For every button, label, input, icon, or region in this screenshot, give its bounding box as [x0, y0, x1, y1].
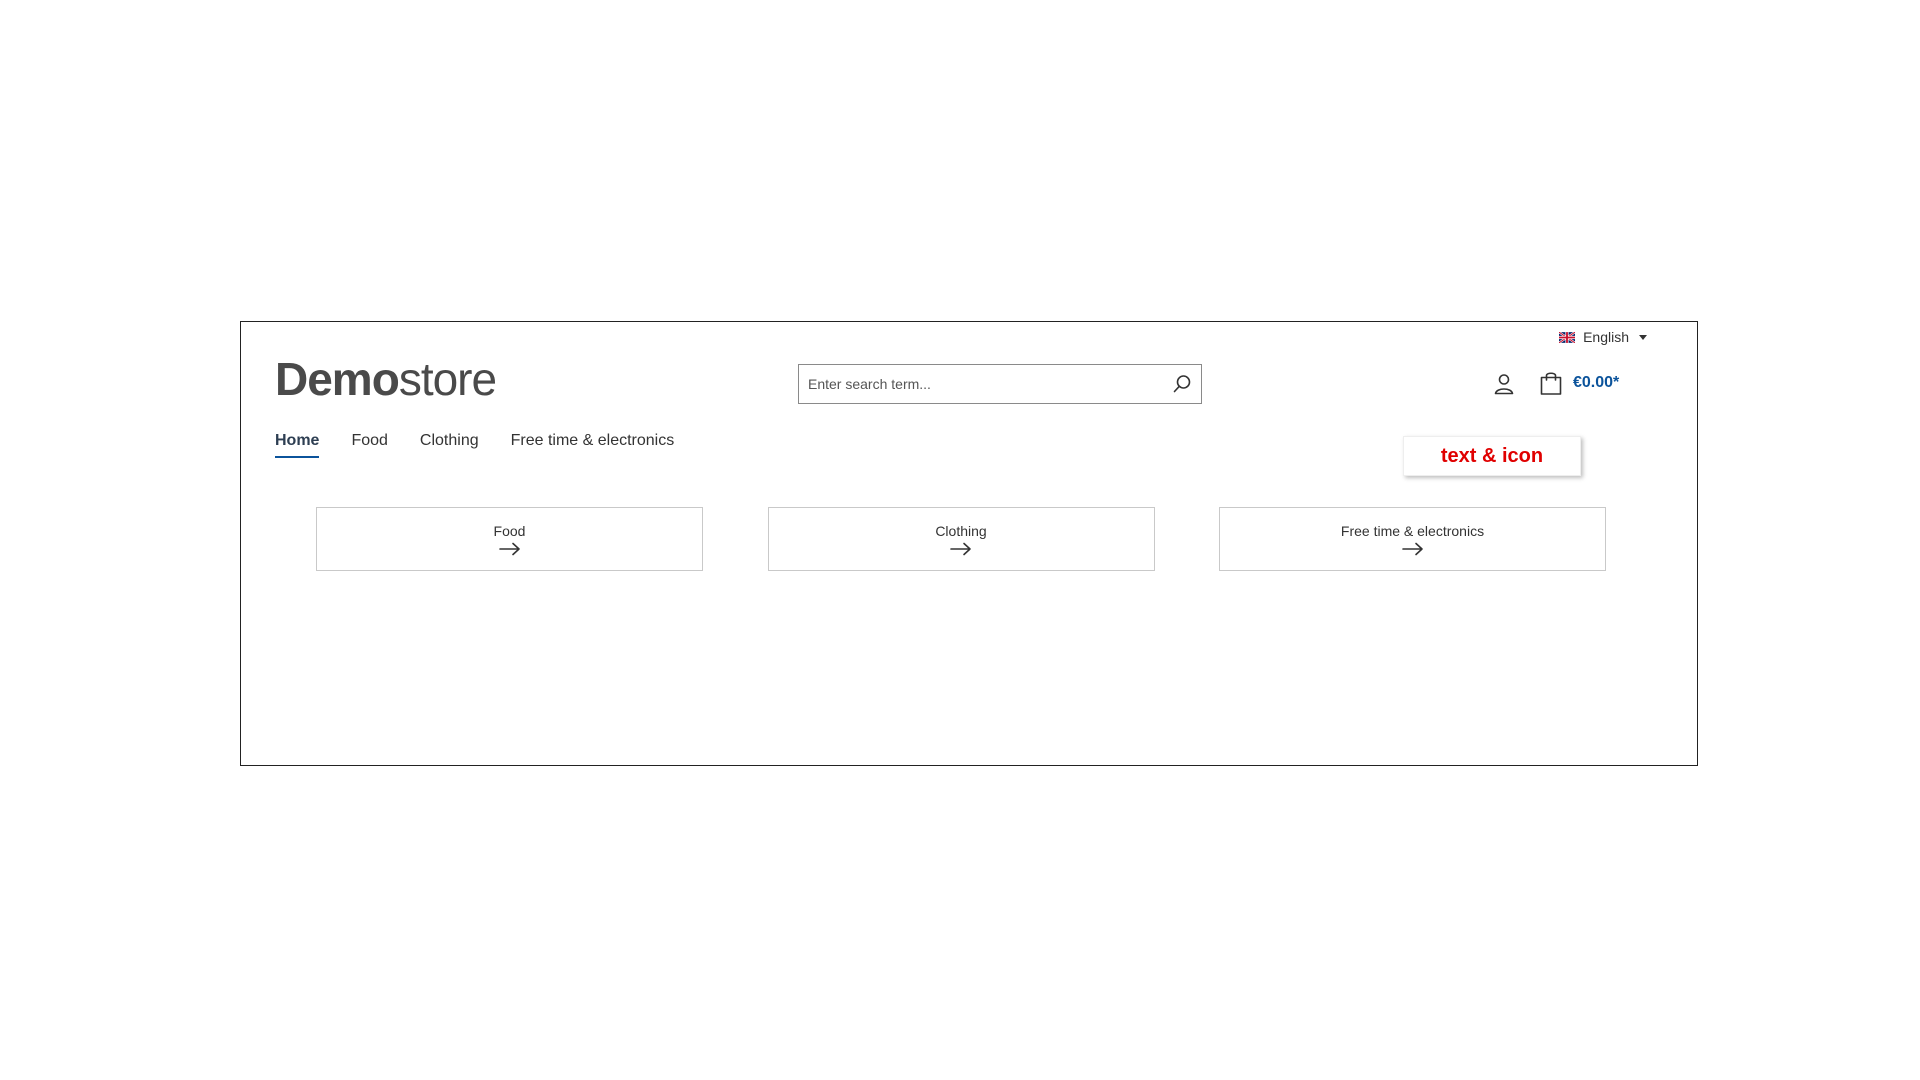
nav-item-food[interactable]: Food: [351, 432, 387, 458]
logo-light-text: store: [398, 353, 497, 405]
logo-bold-text: Demo: [275, 353, 400, 405]
search-button[interactable]: [1163, 365, 1201, 403]
cart-total: €0.00*: [1573, 374, 1620, 391]
shopping-bag-icon: [1540, 372, 1562, 395]
annotation-label: text & icon: [1403, 436, 1581, 476]
arrow-right-icon: [950, 542, 971, 555]
tile-label: Free time & electronics: [1340, 522, 1485, 539]
language-label: English: [1583, 329, 1629, 345]
uk-flag-icon: [1559, 331, 1576, 343]
storefront-frame: English Demostore €0.00* Home Food Cloth…: [240, 321, 1698, 766]
search-form: [798, 364, 1202, 404]
account-button[interactable]: [1492, 372, 1516, 396]
user-icon: [1494, 374, 1514, 395]
category-tile-food[interactable]: Food: [316, 507, 703, 571]
tile-label: Food: [493, 522, 526, 539]
nav-item-home[interactable]: Home: [275, 432, 320, 458]
arrow-right-icon: [498, 542, 520, 555]
arrow-right-icon: [1401, 542, 1423, 555]
category-tiles: Food Clothing Free time & electronics: [316, 507, 1606, 571]
nav-item-clothing[interactable]: Clothing: [420, 432, 479, 458]
chevron-down-icon: [1639, 334, 1647, 340]
category-tile-free-time-electronics[interactable]: Free time & electronics: [1219, 507, 1606, 571]
tile-label: Clothing: [935, 522, 987, 539]
category-tile-clothing[interactable]: Clothing: [767, 507, 1155, 571]
language-selector[interactable]: English: [1559, 329, 1647, 345]
search-input[interactable]: [799, 365, 1163, 403]
store-logo[interactable]: Demostore: [275, 353, 497, 405]
cart-button[interactable]: €0.00*: [1539, 370, 1619, 396]
main-navigation: Home Food Clothing Free time & electroni…: [275, 432, 674, 458]
search-icon: [1173, 375, 1191, 393]
nav-item-free-time-electronics[interactable]: Free time & electronics: [511, 432, 675, 458]
